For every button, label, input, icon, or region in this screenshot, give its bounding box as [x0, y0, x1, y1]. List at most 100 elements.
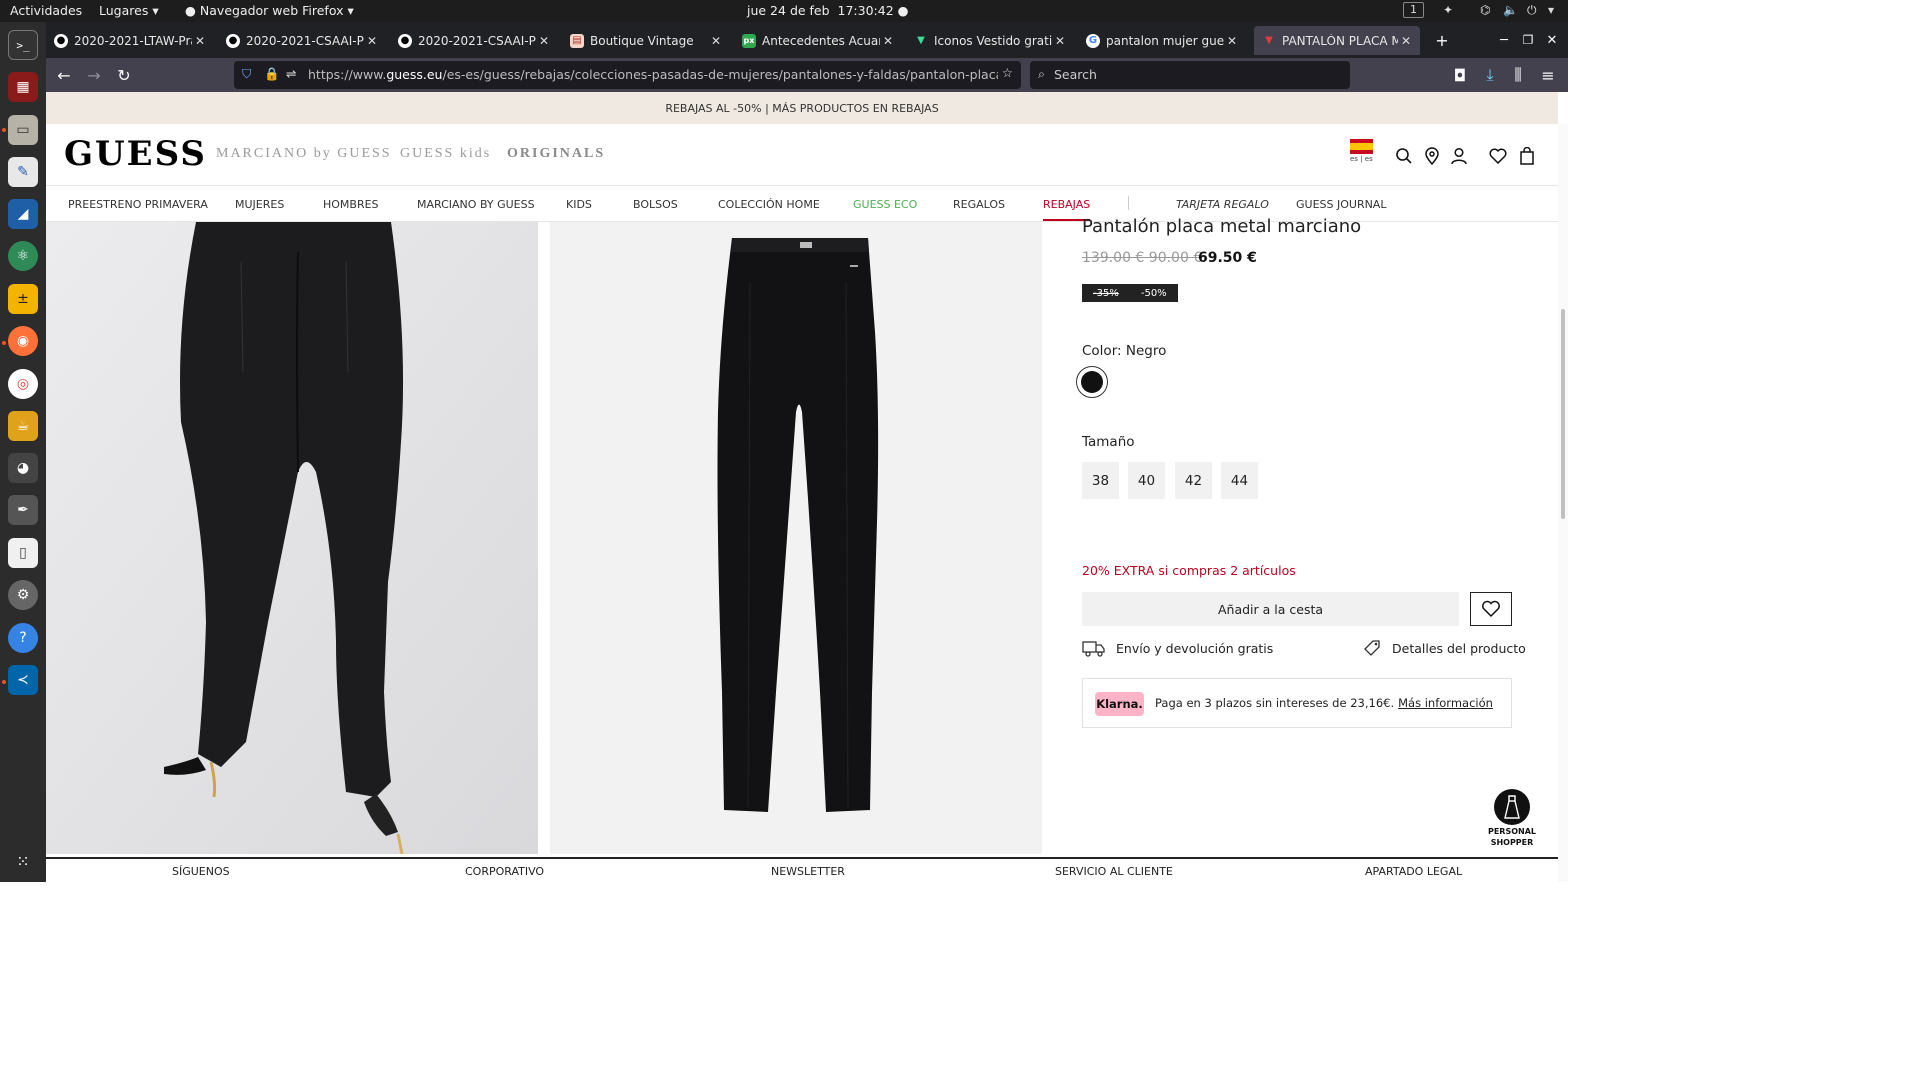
footer-apartado-legal[interactable]: APARTADO LEGAL — [1365, 865, 1462, 878]
nav-item-tarjeta-regalo[interactable]: TARJETA REGALO — [1176, 198, 1269, 211]
activities-button[interactable]: Actividades — [10, 3, 82, 18]
wishlist-icon[interactable] — [1488, 146, 1508, 166]
atom-icon[interactable]: ⚛ — [8, 241, 38, 271]
nav-item-preestreno[interactable]: PREESTRENO PRIMAVERA — [68, 198, 208, 211]
inkscape-icon[interactable]: ✒ — [8, 495, 38, 525]
new-tab-button[interactable]: + — [1430, 28, 1454, 52]
nav-item-guess-eco[interactable]: GUESS ECO — [853, 198, 917, 211]
nav-item-bolsos[interactable]: BOLSOS — [633, 198, 678, 211]
add-to-wishlist-button[interactable] — [1470, 592, 1512, 626]
pocket-button[interactable]: ◘ — [1448, 63, 1472, 87]
volume-icon[interactable]: 🔈 — [1503, 3, 1518, 17]
gimp-icon[interactable]: ◕ — [8, 453, 38, 483]
product-image-flat[interactable] — [550, 222, 1042, 854]
close-icon[interactable]: ✕ — [880, 34, 896, 48]
close-icon[interactable]: ✕ — [192, 34, 208, 48]
footer-siguenos[interactable]: SÍGUENOS — [172, 865, 230, 878]
window-close-button[interactable]: ✕ — [1540, 28, 1564, 52]
app-menu[interactable]: ● Navegador web Firefox ▾ — [185, 3, 354, 18]
library-button[interactable]: ⫼ — [1506, 63, 1530, 87]
color-swatch-negro[interactable] — [1076, 366, 1108, 398]
tab-6[interactable]: ▼ Iconos Vestido gratis - Fla ✕ — [906, 26, 1074, 55]
clock[interactable]: jue 24 de feb 17:30:42 ● — [747, 3, 909, 18]
system-monitor-icon[interactable]: ▦ — [8, 72, 38, 102]
chevron-down-icon[interactable]: ▾ — [1548, 3, 1554, 17]
size-button-42[interactable]: 42 — [1175, 462, 1212, 499]
klarna-more-info-link[interactable]: Más información — [1398, 696, 1493, 710]
close-icon[interactable]: ✕ — [536, 34, 552, 48]
nav-item-mujeres[interactable]: MUJERES — [235, 198, 284, 211]
scrollbar-thumb[interactable] — [1561, 309, 1565, 519]
add-to-cart-button[interactable]: Añadir a la cesta — [1082, 592, 1459, 626]
extension-icon[interactable]: ✦ — [1443, 3, 1453, 17]
shopping-bag-icon[interactable] — [1517, 146, 1537, 166]
spain-flag-icon[interactable] — [1350, 139, 1373, 154]
places-menu[interactable]: Lugares ▾ — [99, 3, 159, 18]
footer-newsletter[interactable]: NEWSLETTER — [771, 865, 845, 878]
tab-8-active[interactable]: ▼ PANTALÓN PLACA META ✕ — [1254, 26, 1420, 55]
tab-4[interactable]: ▤ Boutique Vintage ✕ — [562, 26, 730, 55]
network-icon[interactable]: ⌬ — [1480, 3, 1490, 17]
locale-label[interactable]: es | es — [1350, 155, 1373, 163]
chrome-icon[interactable]: ◎ — [8, 369, 38, 399]
personal-shopper-button[interactable]: PERSONAL SHOPPER — [1486, 789, 1538, 847]
forward-button[interactable]: → — [82, 63, 106, 87]
kettle-icon[interactable]: ☕ — [8, 411, 38, 441]
footer-corporativo[interactable]: CORPORATIVO — [465, 865, 544, 878]
size-button-44[interactable]: 44 — [1221, 462, 1258, 499]
close-icon[interactable]: ✕ — [708, 34, 724, 48]
size-button-40[interactable]: 40 — [1128, 462, 1165, 499]
close-icon[interactable]: ✕ — [1224, 34, 1240, 48]
url-text[interactable]: https://www.guess.eu/es-es/guess/rebajas… — [308, 67, 998, 82]
nav-item-coleccion-home[interactable]: COLECCIÓN HOME — [718, 198, 820, 211]
terminal-icon[interactable]: >_ — [8, 30, 38, 60]
app-grid-icon[interactable]: ⁙ — [8, 846, 38, 876]
text-editor-icon[interactable]: ✎ — [8, 157, 38, 187]
page-scrollbar[interactable] — [1558, 124, 1568, 882]
footer-servicio-cliente[interactable]: SERVICIO AL CLIENTE — [1055, 865, 1173, 878]
minimize-button[interactable]: ─ — [1492, 28, 1516, 52]
marciano-logo[interactable]: MARCIANO by GUESS — [216, 146, 392, 162]
downloads-button[interactable]: ⤓ — [1478, 63, 1502, 87]
power-icon[interactable]: ⏻ — [1527, 3, 1537, 18]
search-bar[interactable]: ⌕ Search — [1030, 61, 1350, 89]
nav-item-hombres[interactable]: HOMBRES — [323, 198, 379, 211]
wireshark-icon[interactable]: ◢ — [8, 199, 38, 229]
document-icon[interactable]: ▯ — [8, 538, 38, 568]
promo-banner[interactable]: REBAJAS AL -50% | MÁS PRODUCTOS EN REBAJ… — [46, 92, 1558, 124]
url-bar[interactable]: ⛉ 🔒 ⇌ https://www.guess.eu/es-es/guess/r… — [234, 61, 1021, 89]
tab-3[interactable]: ● 2020-2021-CSAAI-Practica ✕ — [390, 26, 558, 55]
permissions-icon[interactable]: ⇌ — [286, 66, 296, 81]
shield-icon[interactable]: ⛉ — [242, 66, 251, 82]
guess-logo[interactable]: GUESS — [64, 134, 207, 174]
calculator-icon[interactable]: ± — [8, 284, 38, 314]
menu-button[interactable]: ≡ — [1536, 63, 1560, 87]
reload-button[interactable]: ↻ — [112, 63, 136, 87]
firefox-icon[interactable]: ◉ — [8, 326, 38, 356]
back-button[interactable]: ← — [52, 63, 76, 87]
lock-icon[interactable]: 🔒 — [264, 66, 280, 82]
product-image-model[interactable] — [46, 222, 538, 854]
close-icon[interactable]: ✕ — [1398, 34, 1414, 48]
product-details-link[interactable]: Detalles del producto — [1362, 638, 1526, 658]
vscode-icon[interactable]: ≺ — [8, 665, 38, 695]
settings-icon[interactable]: ⚙ — [8, 580, 38, 610]
account-icon[interactable] — [1449, 146, 1469, 166]
tab-5[interactable]: px Antecedentes Acuarela P ✕ — [734, 26, 902, 55]
close-icon[interactable]: ✕ — [364, 34, 380, 48]
nav-item-marciano[interactable]: MARCIANO BY GUESS — [417, 198, 535, 211]
search-icon[interactable] — [1394, 146, 1414, 166]
help-icon[interactable]: ? — [8, 623, 38, 653]
bookmark-star-icon[interactable]: ☆ — [1002, 65, 1013, 80]
tab-2[interactable]: ● 2020-2021-CSAAI-Practica ✕ — [218, 26, 386, 55]
guess-kids-logo[interactable]: GUESS kids — [400, 146, 491, 162]
close-icon[interactable]: ✕ — [1052, 34, 1068, 48]
files-icon[interactable]: ▭ — [8, 115, 38, 145]
originals-logo[interactable]: ORIGINALS — [507, 146, 605, 162]
restore-button[interactable]: ❐ — [1516, 28, 1540, 52]
store-locator-icon[interactable] — [1422, 146, 1442, 166]
nav-item-kids[interactable]: KIDS — [566, 198, 592, 211]
nav-item-guess-journal[interactable]: GUESS JOURNAL — [1296, 198, 1386, 211]
size-button-38[interactable]: 38 — [1082, 462, 1119, 499]
workspace-indicator[interactable]: 1 — [1403, 2, 1424, 18]
